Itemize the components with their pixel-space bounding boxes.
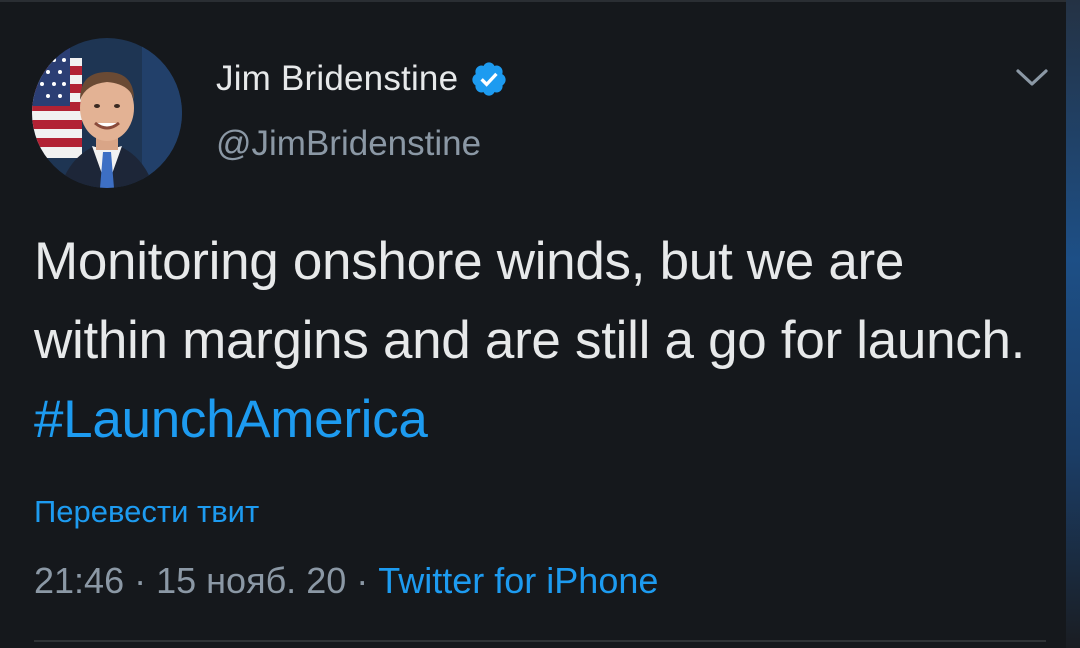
hashtag-link[interactable]: #LaunchAmerica xyxy=(34,390,428,449)
divider xyxy=(34,640,1046,642)
tweet-source-link[interactable]: Twitter for iPhone xyxy=(378,560,658,601)
tweet-menu-button[interactable] xyxy=(1008,58,1056,98)
profile-photo-icon xyxy=(32,38,182,188)
tweet-text: Monitoring onshore winds, but we are wit… xyxy=(34,222,1044,459)
top-border xyxy=(0,0,1080,2)
verified-badge-icon xyxy=(470,60,508,98)
tweet-metadata: 21:46 · 15 нояб. 20 · Twitter for iPhone xyxy=(34,560,658,602)
display-name[interactable]: Jim Bridenstine xyxy=(216,59,458,99)
translate-tweet-link[interactable]: Перевести твит xyxy=(34,494,259,530)
metadata-separator: · xyxy=(134,560,147,601)
metadata-separator: · xyxy=(356,560,369,601)
adjacent-content-strip xyxy=(1066,0,1080,648)
tweet-date[interactable]: 15 нояб. 20 xyxy=(156,560,346,601)
tweet-body-text: Monitoring onshore winds, but we are wit… xyxy=(34,232,1026,370)
avatar[interactable] xyxy=(32,38,182,188)
chevron-down-icon xyxy=(1016,69,1048,86)
author-handle[interactable]: @JimBridenstine xyxy=(216,124,481,164)
author-name-row[interactable]: Jim Bridenstine xyxy=(216,56,508,102)
tweet-time[interactable]: 21:46 xyxy=(34,560,124,601)
